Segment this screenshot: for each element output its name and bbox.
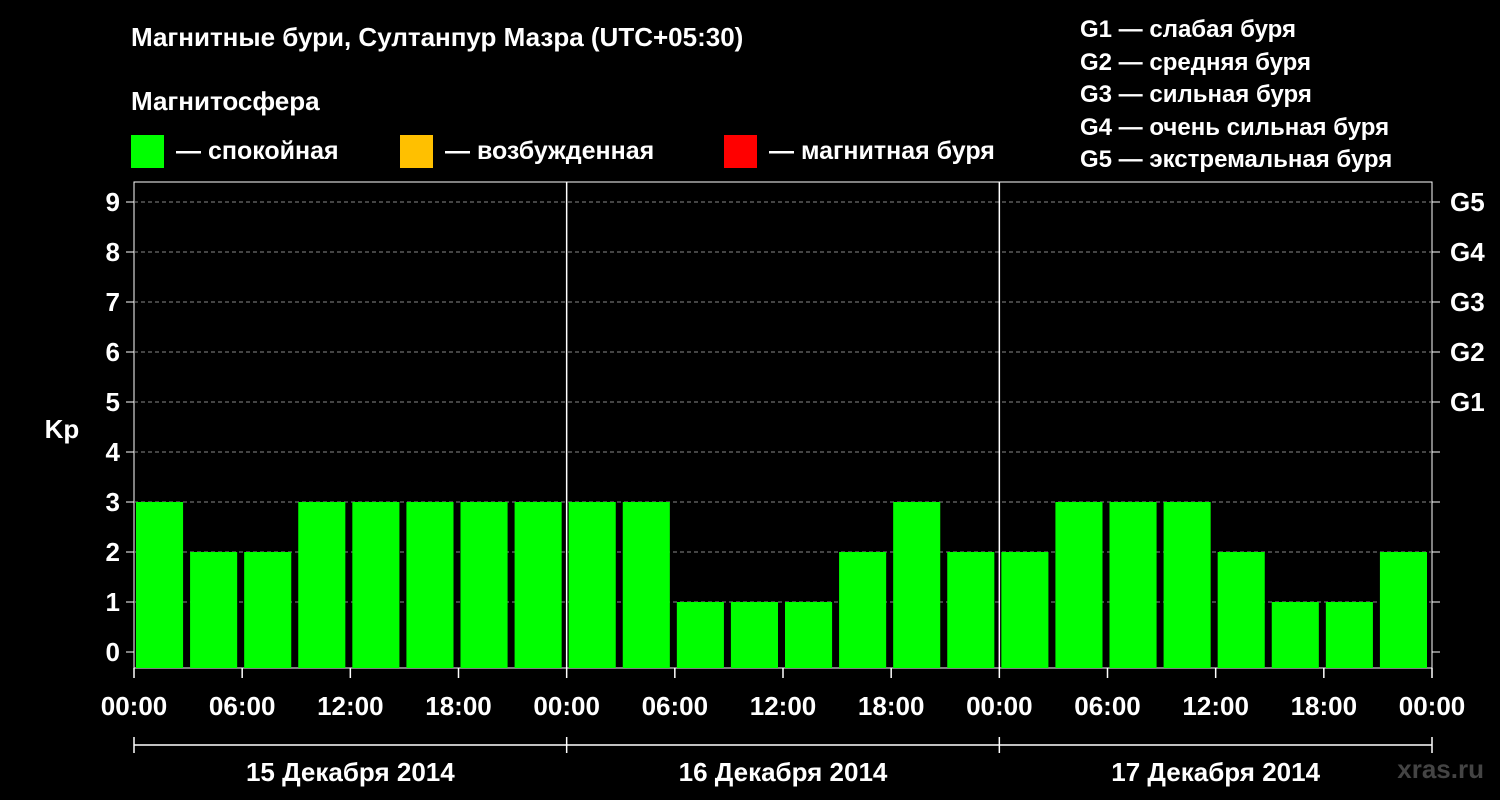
y-tick-label: 2 (106, 537, 120, 567)
kp-bar (352, 502, 400, 668)
x-tick-label: 00:00 (533, 691, 600, 721)
kp-bar (1325, 602, 1373, 668)
g-level-label: G1 (1450, 387, 1485, 417)
kp-bar (514, 502, 562, 668)
x-tick-label: 00:00 (966, 691, 1033, 721)
y-tick-label: 0 (106, 637, 120, 667)
kp-bar (460, 502, 508, 668)
x-tick-label: 18:00 (425, 691, 492, 721)
kp-bar (136, 502, 184, 668)
y-tick-label: 3 (106, 487, 120, 517)
kp-chart: 0 1 2 3 4 5 6 7 8 9 Kp G1 G2 G3 G4 G5 00:00 06:00 12:00 18:… (45, 181, 1485, 787)
x-tick-label: 18:00 (858, 691, 925, 721)
kp-bar (1379, 552, 1427, 668)
kp-bar (1271, 602, 1319, 668)
y-axis-label: Kp (45, 414, 80, 444)
y-tick-label: 6 (106, 337, 120, 367)
kp-bar (839, 552, 887, 668)
x-tick-label: 12:00 (317, 691, 384, 721)
kp-bar (1055, 502, 1103, 668)
x-tick-label: 06:00 (209, 691, 276, 721)
kp-bar (947, 552, 995, 668)
kp-bar (1001, 552, 1049, 668)
g-level-label: G3 (1450, 287, 1485, 317)
kp-bar (730, 602, 778, 668)
y-tick-label: 8 (106, 237, 120, 267)
g-level-label: G2 (1450, 337, 1485, 367)
y-tick-label: 9 (106, 187, 120, 217)
g-level-label: G4 (1450, 237, 1485, 267)
kp-bar (1217, 552, 1265, 668)
kp-bar (785, 602, 833, 668)
kp-bar (406, 502, 454, 668)
kp-bar (244, 552, 292, 668)
watermark: xras.ru (1397, 754, 1484, 784)
y-tick-label: 4 (106, 437, 121, 467)
kp-bar (676, 602, 724, 668)
g-level-label: G5 (1450, 187, 1485, 217)
y-tick-label: 5 (106, 387, 120, 417)
kp-bar (1163, 502, 1211, 668)
day-label: 15 Декабря 2014 (246, 757, 455, 787)
x-tick-label: 06:00 (642, 691, 709, 721)
kp-bar (1109, 502, 1157, 668)
kp-bar (622, 502, 670, 668)
x-tick-label: 06:00 (1074, 691, 1141, 721)
kp-bar (893, 502, 941, 668)
day-label: 16 Декабря 2014 (679, 757, 888, 787)
x-tick-label: 12:00 (750, 691, 817, 721)
kp-bar (568, 502, 616, 668)
x-tick-label: 18:00 (1291, 691, 1358, 721)
kp-bar (190, 552, 238, 668)
y-tick-label: 1 (106, 587, 120, 617)
x-tick-label: 00:00 (1399, 691, 1466, 721)
kp-bar (298, 502, 346, 668)
x-tick-label: 12:00 (1182, 691, 1249, 721)
day-label: 17 Декабря 2014 (1111, 757, 1320, 787)
y-tick-label: 7 (106, 287, 120, 317)
x-tick-label: 00:00 (101, 691, 168, 721)
